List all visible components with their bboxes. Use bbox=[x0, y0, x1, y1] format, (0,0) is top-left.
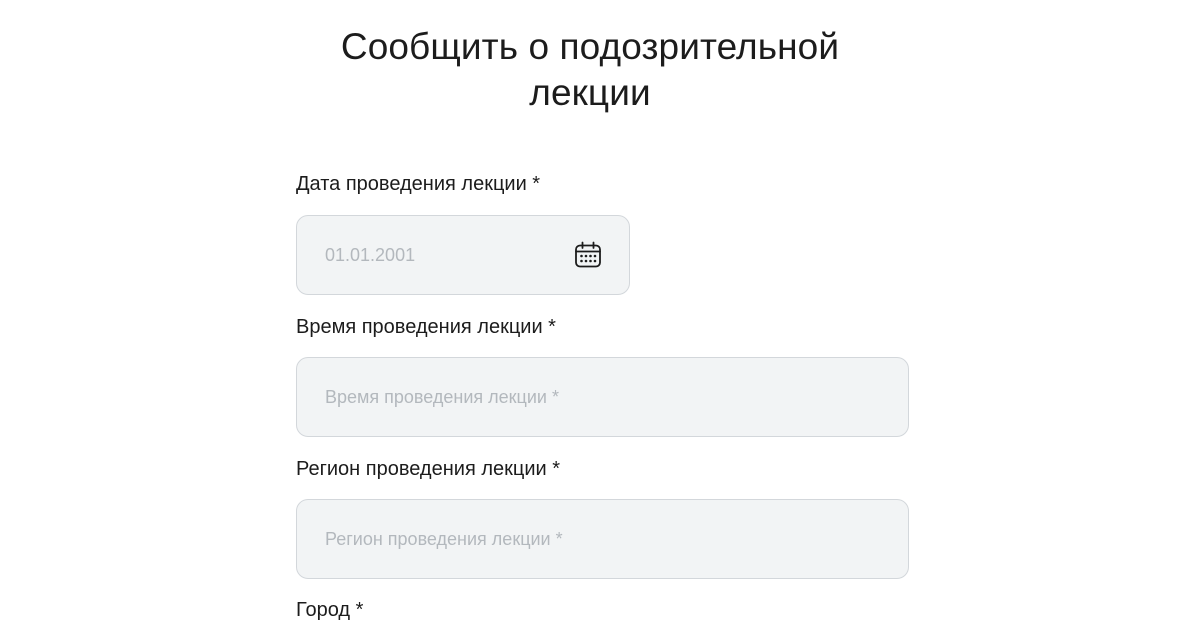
calendar-icon[interactable] bbox=[573, 240, 603, 270]
date-field[interactable] bbox=[296, 215, 630, 295]
region-input[interactable] bbox=[325, 528, 882, 550]
time-field-label: Время проведения лекции * bbox=[296, 316, 556, 338]
date-field-label: Дата проведения лекции * bbox=[296, 173, 541, 195]
time-field[interactable] bbox=[296, 357, 909, 437]
region-field-label: Регион проведения лекции * bbox=[296, 458, 561, 480]
date-input[interactable] bbox=[325, 244, 573, 266]
city-field-label: Город * bbox=[296, 599, 364, 621]
page-title: Сообщить о подозрительной лекции bbox=[340, 26, 840, 113]
report-lecture-form: Сообщить о подозрительной лекции Дата пр… bbox=[0, 0, 1200, 630]
region-field[interactable] bbox=[296, 499, 909, 579]
time-input[interactable] bbox=[325, 386, 882, 408]
